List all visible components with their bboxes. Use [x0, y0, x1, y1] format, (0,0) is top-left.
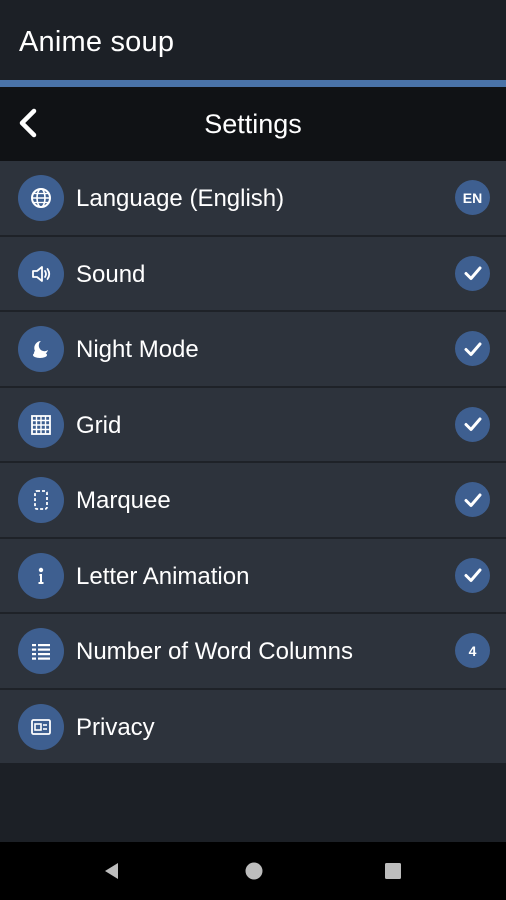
check-icon[interactable] — [455, 557, 490, 593]
moon-cloud-icon — [18, 326, 64, 372]
setting-row-marquee[interactable]: Marquee — [0, 463, 506, 539]
setting-row-night-mode[interactable]: Night Mode — [0, 312, 506, 388]
app-title: Anime soup — [19, 26, 175, 58]
columns-icon — [18, 628, 64, 674]
letter-animation-icon — [18, 552, 64, 599]
setting-row-privacy[interactable]: Privacy — [0, 690, 506, 766]
setting-label: Sound — [76, 260, 146, 288]
privacy-icon — [18, 703, 64, 750]
settings-header: Settings — [0, 87, 506, 161]
home-circle-icon[interactable] — [239, 856, 269, 886]
empty-area — [0, 763, 506, 842]
speaker-icon — [18, 250, 64, 297]
page-title: Settings — [204, 109, 302, 139]
globe-icon — [18, 175, 64, 221]
setting-row-language[interactable]: Language (English) EN — [0, 161, 506, 237]
grid-icon — [18, 401, 64, 448]
recents-square-icon[interactable] — [378, 856, 408, 886]
marquee-icon — [18, 477, 64, 523]
setting-row-word-columns[interactable]: Number of Word Columns 4 — [0, 614, 506, 690]
app-bar-divider — [0, 80, 506, 87]
back-triangle-icon[interactable] — [97, 856, 127, 886]
check-icon[interactable] — [455, 331, 490, 366]
check-icon[interactable] — [455, 406, 490, 442]
app-bar: Anime soup — [0, 0, 506, 80]
setting-row-sound[interactable]: Sound — [0, 237, 506, 312]
setting-label: Number of Word Columns — [76, 638, 353, 665]
check-icon[interactable] — [455, 255, 490, 291]
setting-label: Privacy — [76, 713, 155, 741]
settings-list: Language (English) EN Sound Night Mode G… — [0, 161, 506, 765]
setting-row-letter-animation[interactable]: Letter Animation — [0, 539, 506, 614]
check-icon[interactable] — [455, 482, 490, 517]
setting-row-grid[interactable]: Grid — [0, 388, 506, 463]
word-columns-badge: 4 — [455, 633, 490, 668]
setting-label: Night Mode — [76, 336, 199, 363]
setting-label: Marquee — [76, 487, 171, 514]
setting-label: Language (English) — [76, 185, 285, 212]
setting-label: Grid — [76, 411, 122, 439]
language-badge: EN — [455, 180, 490, 215]
system-nav-bar — [0, 842, 506, 900]
setting-label: Letter Animation — [76, 562, 250, 590]
